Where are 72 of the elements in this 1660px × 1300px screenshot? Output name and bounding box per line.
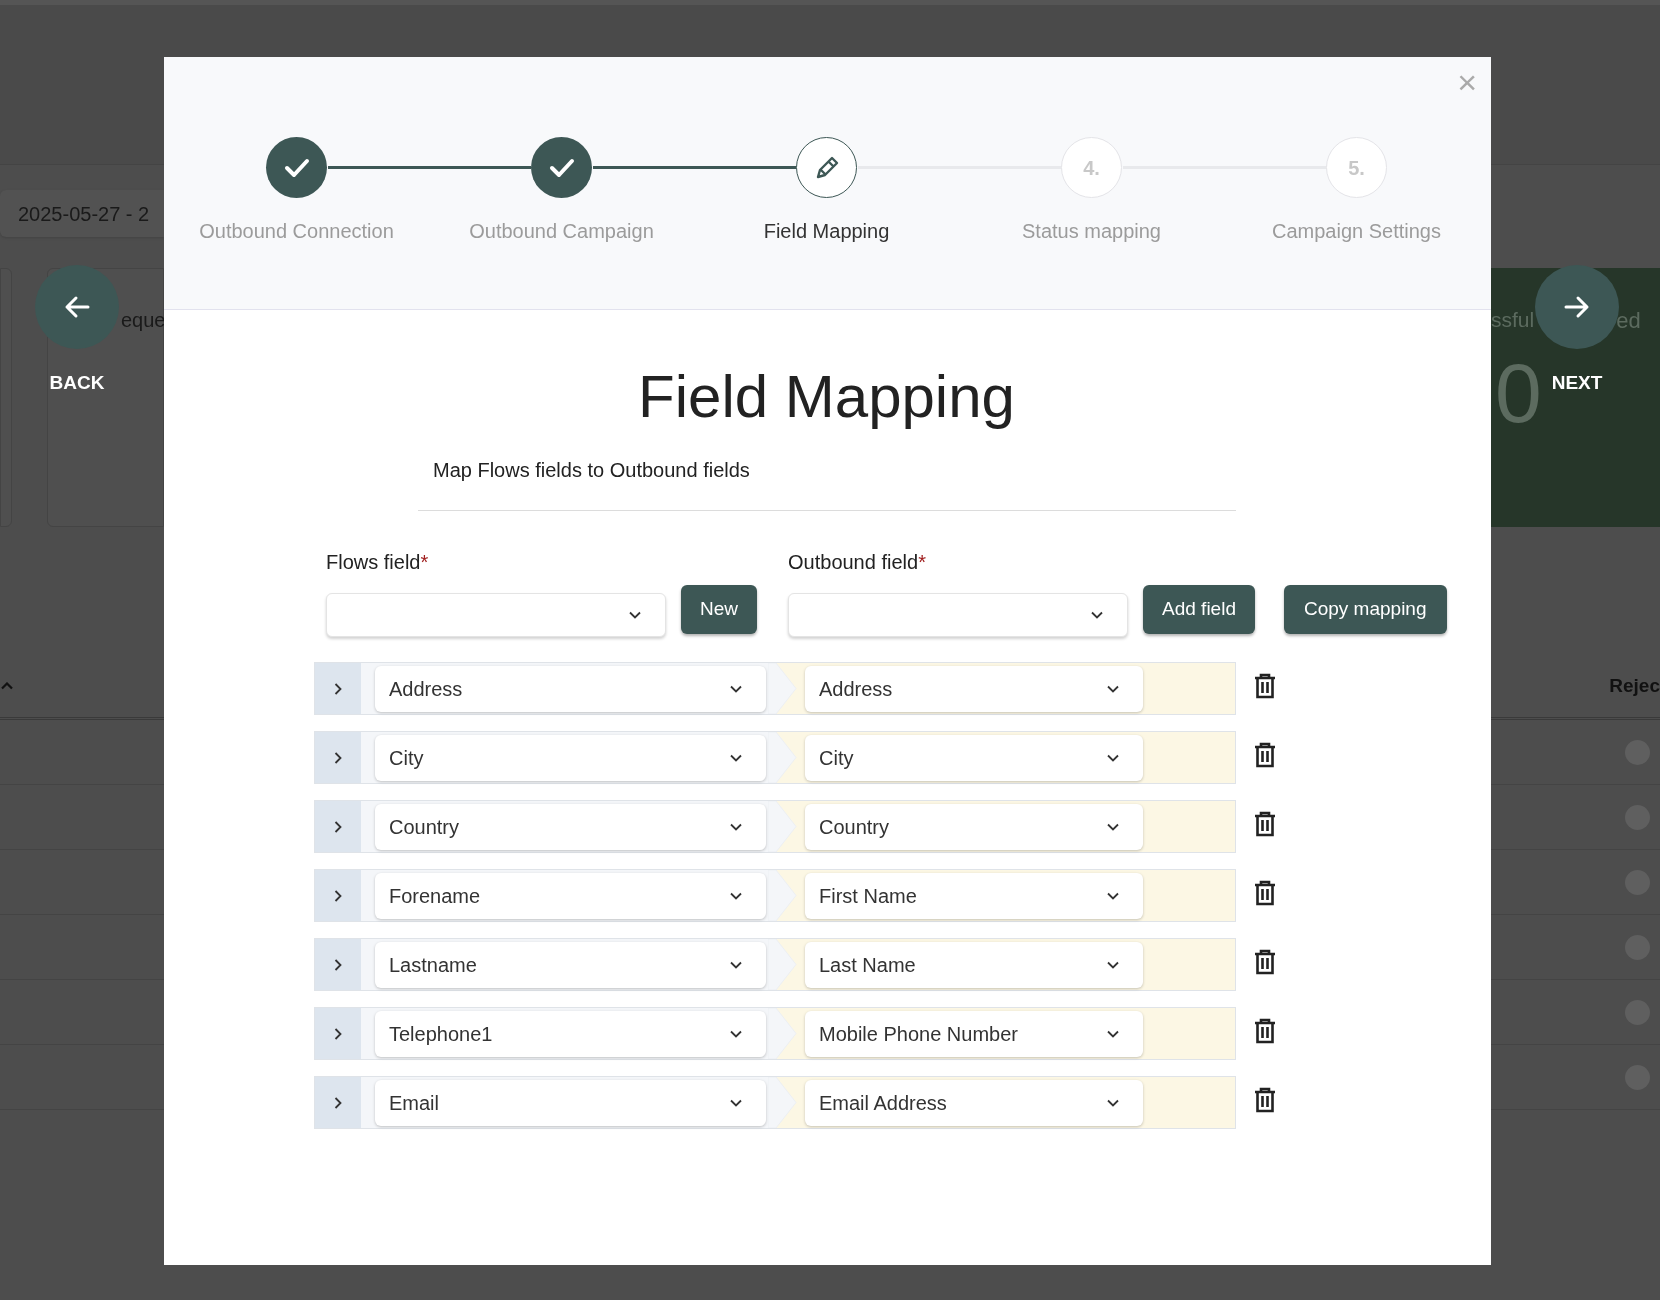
select-field[interactable]: Mobile Phone Number	[805, 1010, 1143, 1057]
chevron-right-icon	[334, 751, 342, 764]
select-field[interactable]: Email	[375, 1079, 766, 1126]
trash-icon	[1253, 810, 1277, 837]
select-field[interactable]: Email Address	[805, 1079, 1143, 1126]
delete-icon[interactable]	[1253, 948, 1277, 975]
select-field[interactable]: Address	[375, 665, 766, 712]
chevron-down-icon	[1107, 891, 1119, 900]
select-field[interactable]: Country	[805, 803, 1143, 850]
expand-toggle[interactable]	[315, 939, 361, 990]
delete-icon[interactable]	[1253, 879, 1277, 906]
select-field[interactable]	[788, 593, 1128, 637]
field-label: Outbound field*	[788, 550, 927, 573]
new-button[interactable]: New	[681, 585, 757, 634]
chevron-down-icon	[730, 753, 742, 762]
chevron-down-icon	[730, 1098, 742, 1107]
chevron-down-icon	[1107, 960, 1119, 969]
dialog-subtitle: Map Flows fields to Outbound fields	[433, 458, 751, 483]
chevron-down-icon	[1107, 822, 1119, 831]
select-field[interactable]	[326, 593, 666, 637]
chevron-right-icon	[334, 1096, 342, 1109]
expand-toggle[interactable]	[315, 1077, 361, 1128]
chevron-right-icon	[334, 958, 342, 971]
chevron-down-icon	[1107, 1029, 1119, 1038]
trash-icon	[1253, 741, 1277, 768]
checkmark-icon	[283, 157, 310, 178]
delete-icon[interactable]	[1253, 672, 1277, 699]
chevron-down-icon	[730, 822, 742, 831]
chevron-down-icon	[730, 684, 742, 693]
delete-icon[interactable]	[1253, 1017, 1277, 1044]
nav-label[interactable]: BACK	[49, 369, 105, 398]
chevron-down-icon	[730, 960, 742, 969]
select-field[interactable]: Last Name	[805, 941, 1143, 988]
trash-icon	[1253, 879, 1277, 906]
trash-icon	[1253, 1086, 1277, 1113]
expand-toggle[interactable]	[315, 801, 361, 852]
select-field[interactable]: City	[805, 734, 1143, 781]
chevron-right-icon	[334, 1027, 342, 1040]
delete-icon[interactable]	[1253, 810, 1277, 837]
chevron-right-icon	[334, 820, 342, 833]
field-label: Flows field*	[326, 550, 430, 573]
expand-toggle[interactable]	[315, 663, 361, 714]
checkmark-icon	[548, 157, 575, 178]
select-field[interactable]: First Name	[805, 872, 1143, 919]
chevron-right-icon	[334, 682, 342, 695]
chevron-down-icon	[1107, 753, 1119, 762]
chevron-right-icon	[334, 889, 342, 902]
chevron-down-icon	[1107, 684, 1119, 693]
chevron-down-icon	[1091, 611, 1103, 619]
select-field[interactable]: Country	[375, 803, 766, 850]
delete-icon[interactable]	[1253, 1086, 1277, 1113]
trash-icon	[1253, 948, 1277, 975]
copy-mapping-button[interactable]: Copy mapping	[1283, 585, 1447, 634]
nav-label[interactable]: NEXT	[1551, 369, 1603, 398]
select-field[interactable]: Lastname	[375, 941, 766, 988]
expand-toggle[interactable]	[315, 1008, 361, 1059]
select-field[interactable]: Address	[805, 665, 1143, 712]
select-field[interactable]: Forename	[375, 872, 766, 919]
add-field-button[interactable]: Add field	[1143, 585, 1255, 634]
chevron-down-icon	[730, 1029, 742, 1038]
select-field[interactable]: City	[375, 734, 766, 781]
select-field[interactable]: Telephone1	[375, 1010, 766, 1057]
step-label[interactable]: Field Mapping	[763, 216, 890, 246]
dialog-title: Field Mapping	[637, 362, 1016, 432]
chevron-down-icon	[1107, 1098, 1119, 1107]
chevron-down-icon	[730, 891, 742, 900]
trash-icon	[1253, 1017, 1277, 1044]
delete-icon[interactable]	[1253, 741, 1277, 768]
expand-toggle[interactable]	[315, 732, 361, 783]
trash-icon	[1253, 672, 1277, 699]
chevron-down-icon	[629, 611, 641, 619]
expand-toggle[interactable]	[315, 870, 361, 921]
